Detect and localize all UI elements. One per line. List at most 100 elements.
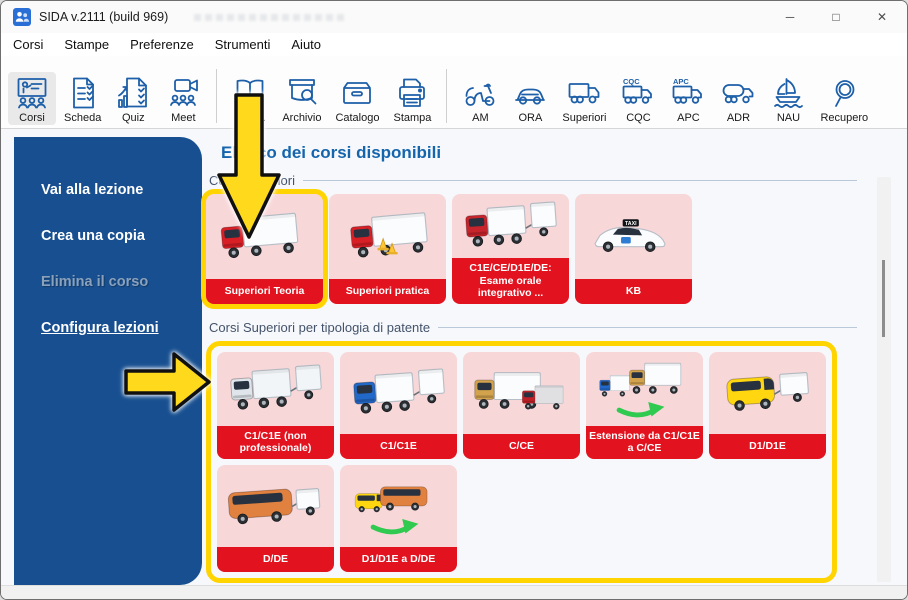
red-truck-trailer-illustration	[452, 194, 569, 258]
orange-bus-trailer-illustration	[217, 465, 334, 547]
toolbar-cqc-button[interactable]: CQC CQC	[614, 72, 662, 125]
section-label: Corsi Superiori per tipologia di patente	[209, 320, 430, 335]
toolbar-meet-button[interactable]: Meet	[159, 72, 207, 125]
toolbar-archivio-button[interactable]: Archivio	[276, 72, 327, 125]
sidebar-item-vai-alla-lezione[interactable]: Vai alla lezione	[14, 167, 202, 213]
section-divider-line	[303, 180, 857, 181]
toolbar-superiori-button[interactable]: Superiori	[556, 72, 612, 125]
svg-text:CQC: CQC	[623, 77, 640, 86]
toolbar-catalogo-button[interactable]: Catalogo	[329, 72, 385, 125]
toolbar-recupero-button[interactable]: Recupero	[814, 72, 874, 125]
course-card-label: C1/C1E	[340, 434, 457, 459]
highlighted-course-group: C1/C1E (non professionale)C1/C1EC/CEEste…	[206, 341, 837, 583]
blurred-license-text	[194, 14, 344, 21]
sidebar-item-elimina-il-corso[interactable]: Elimina il corso	[14, 259, 202, 305]
toolbar-button-label: Superiori	[562, 112, 606, 124]
tanker-truck-icon	[720, 75, 756, 111]
truck-cqc-icon: CQC	[620, 75, 656, 111]
toolbar-button-label: ORA	[518, 112, 542, 124]
truck-apc-icon: APC	[670, 75, 706, 111]
svg-text:TAXI: TAXI	[624, 220, 636, 226]
menu-item-corsi[interactable]: Corsi	[13, 37, 43, 52]
window-title: SIDA v.2111 (build 969)	[39, 10, 168, 24]
course-card-label: Superiori Teoria	[206, 279, 323, 304]
car-icon	[512, 75, 548, 111]
printer-icon	[394, 75, 430, 111]
sidebar-item-configura-lezioni[interactable]: Configura lezioni	[14, 305, 202, 351]
vertical-scrollbar[interactable]	[877, 177, 891, 582]
course-card-label: C1E/CE/D1E/DE: Esame orale integrativo .…	[452, 258, 569, 304]
upgrade-minibus-to-bus-illustration	[340, 465, 457, 547]
course-card-label: D/DE	[217, 547, 334, 572]
toolbar-button-label: ADR	[727, 112, 750, 124]
course-card-d-de[interactable]: D/DE	[217, 465, 334, 572]
course-card-row: Superiori TeoriaSuperiori praticaC1E/CE/…	[206, 194, 877, 304]
red-truck-cones-illustration	[329, 194, 446, 279]
tan-red-trucks-illustration	[463, 352, 580, 434]
course-card-label: C1/C1E (non professionale)	[217, 426, 334, 459]
course-card-c-ce[interactable]: C/CE	[463, 352, 580, 459]
annotation-arrow-right-icon	[124, 350, 212, 414]
course-card-label: Estensione da C1/C1E a C/CE	[586, 426, 703, 459]
catalog-icon	[339, 75, 375, 111]
meet-icon	[165, 75, 201, 111]
course-card-label: C/CE	[463, 434, 580, 459]
toolbar-stampa-button[interactable]: Stampa	[387, 72, 437, 125]
course-card-estensione-da-c1-c1e-a-c-ce[interactable]: Estensione da C1/C1E a C/CE	[586, 352, 703, 459]
section-header: Corsi Superiori	[209, 173, 857, 188]
course-card-label: D1/D1E a D/DE	[340, 547, 457, 572]
toolbar-quiz-button[interactable]: Quiz	[109, 72, 157, 125]
toolbar-am-button[interactable]: AM	[456, 72, 504, 125]
menu-item-stampe[interactable]: Stampe	[64, 37, 109, 52]
toolbar-button-label: Meet	[171, 112, 195, 124]
svg-text:APC: APC	[673, 77, 689, 86]
toolbar-corsi-button[interactable]: Corsi	[8, 72, 56, 125]
course-card-d1-d1e[interactable]: D1/D1E	[709, 352, 826, 459]
menu-bar: Corsi Stampe Preferenze Strumenti Aiuto	[1, 33, 907, 56]
scrollbar-thumb[interactable]	[882, 260, 885, 337]
section-header: Corsi Superiori per tipologia di patente	[209, 320, 857, 335]
menu-item-strumenti[interactable]: Strumenti	[215, 37, 271, 52]
toolbar-adr-button[interactable]: ADR	[714, 72, 762, 125]
quiz-icon	[115, 75, 151, 111]
toolbar-apc-button[interactable]: APC APC	[664, 72, 712, 125]
toolbar-button-label: CQC	[626, 112, 650, 124]
toolbar-button-label: APC	[677, 112, 700, 124]
course-card-kb[interactable]: TAXIKB	[575, 194, 692, 304]
course-card-c1-c1e-non-professionale[interactable]: C1/C1E (non professionale)	[217, 352, 334, 459]
course-card-c1e-ce-d1e-de-esame-orale-integrativo[interactable]: C1E/CE/D1E/DE: Esame orale integrativo .…	[452, 194, 569, 304]
page-title: Elenco dei corsi disponibili	[221, 143, 877, 163]
toolbar-separator	[446, 69, 447, 123]
truck-icon	[566, 75, 602, 111]
annotation-arrow-down-icon	[216, 93, 282, 240]
course-card-label: Superiori pratica	[329, 279, 446, 304]
toolbar-nau-button[interactable]: NAU	[764, 72, 812, 125]
toolbar-ora-button[interactable]: ORA	[506, 72, 554, 125]
toolbar-scheda-button[interactable]: Scheda	[58, 72, 107, 125]
title-bar: SIDA v.2111 (build 969) ─□✕	[1, 1, 907, 33]
toolbar-button-label: Recupero	[820, 112, 868, 124]
sidebar-item-crea-una-copia[interactable]: Crea una copia	[14, 213, 202, 259]
toolbar-button-label: Quiz	[122, 112, 145, 124]
course-sections: Corsi Superiori Superiori TeoriaSuperiori…	[206, 173, 877, 583]
section-divider-line	[438, 327, 857, 328]
app-window: SIDA v.2111 (build 969) ─□✕ Corsi Stampe P…	[0, 0, 908, 600]
menu-item-preferenze[interactable]: Preferenze	[130, 37, 194, 52]
course-card-label: D1/D1E	[709, 434, 826, 459]
minimize-button[interactable]: ─	[767, 1, 813, 33]
magnifier-icon	[826, 75, 862, 111]
scooter-icon	[462, 75, 498, 111]
section-corsi-superiori: Corsi Superiori Superiori TeoriaSuperiori…	[206, 173, 877, 304]
upgrade-blue-to-tan-truck-illustration	[586, 352, 703, 426]
maximize-button[interactable]: □	[813, 1, 859, 33]
menu-item-aiuto[interactable]: Aiuto	[291, 37, 321, 52]
section-corsi-superiori-per-tipologia-di-patente: Corsi Superiori per tipologia di patente…	[206, 320, 877, 583]
course-card-superiori-pratica[interactable]: Superiori pratica	[329, 194, 446, 304]
course-card-c1-c1e[interactable]: C1/C1E	[340, 352, 457, 459]
app-icon	[13, 8, 31, 26]
close-button[interactable]: ✕	[859, 1, 905, 33]
toolbar-button-label: Scheda	[64, 112, 101, 124]
course-card-d1-d1e-a-d-de[interactable]: D1/D1E a D/DE	[340, 465, 457, 572]
toolbar-button-label: AM	[472, 112, 489, 124]
blue-truck-trailer-illustration	[340, 352, 457, 434]
